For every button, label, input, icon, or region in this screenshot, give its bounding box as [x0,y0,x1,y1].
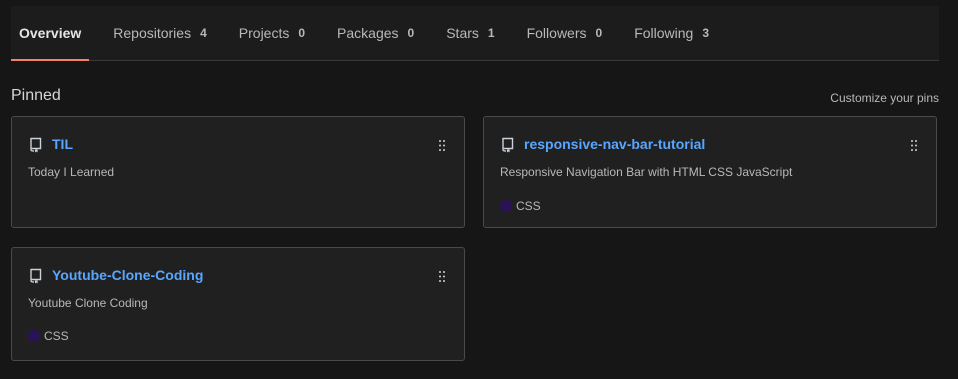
drag-handle-icon[interactable] [439,140,445,151]
tab-label: Followers [526,25,587,41]
drag-handle-icon[interactable] [439,271,445,282]
pinned-heading: Pinned [11,87,61,104]
tab-repositories[interactable]: Repositories 4 [105,6,215,60]
repo-description: Youtube Clone Coding [28,296,148,310]
tab-projects[interactable]: Projects 0 [231,6,313,60]
repo-description: Responsive Navigation Bar with HTML CSS … [500,165,793,179]
customize-pins-link[interactable]: Customize your pins [830,91,939,105]
repo-language: CSS [500,199,541,213]
tab-label: Following [634,25,694,41]
repo-description: Today I Learned [28,165,115,179]
repo-name-link[interactable]: TIL [52,136,73,152]
repo-icon [502,137,514,153]
repo-name-link[interactable]: Youtube-Clone-Coding [52,267,203,283]
tab-label: Overview [19,25,82,41]
tab-following[interactable]: Following 3 [626,6,717,60]
pinned-repo-card: TIL Today I Learned [11,116,465,228]
drag-handle-icon[interactable] [911,140,917,151]
tab-packages[interactable]: Packages 0 [329,6,422,60]
repo-language: CSS [28,329,69,343]
language-color-dot [28,330,40,342]
tab-label: Repositories [113,25,192,41]
repo-name-link[interactable]: responsive-nav-bar-tutorial [524,136,705,152]
tab-count: 1 [487,26,495,40]
tab-count: 0 [595,26,603,40]
tab-count: 0 [298,26,306,40]
language-label: CSS [44,329,69,343]
tab-count: 3 [702,26,710,40]
profile-page: Overview Repositories 4 Projects 0 Packa… [0,0,958,379]
pinned-repo-card: Youtube-Clone-Coding Youtube Clone Codin… [11,247,465,361]
repo-icon [30,268,42,284]
repo-icon [30,137,42,153]
language-color-dot [500,200,512,212]
profile-tabs: Overview Repositories 4 Projects 0 Packa… [11,6,939,61]
tab-label: Projects [238,25,290,41]
tab-label: Packages [337,25,399,41]
pinned-repo-card: responsive-nav-bar-tutorial Responsive N… [483,116,937,228]
tab-followers[interactable]: Followers 0 [519,6,611,60]
tab-overview[interactable]: Overview [11,6,90,61]
tab-count: 0 [407,26,415,40]
language-label: CSS [516,199,541,213]
tab-count: 4 [200,26,207,40]
tab-label: Stars [446,25,479,41]
tab-stars[interactable]: Stars 1 [438,6,502,60]
